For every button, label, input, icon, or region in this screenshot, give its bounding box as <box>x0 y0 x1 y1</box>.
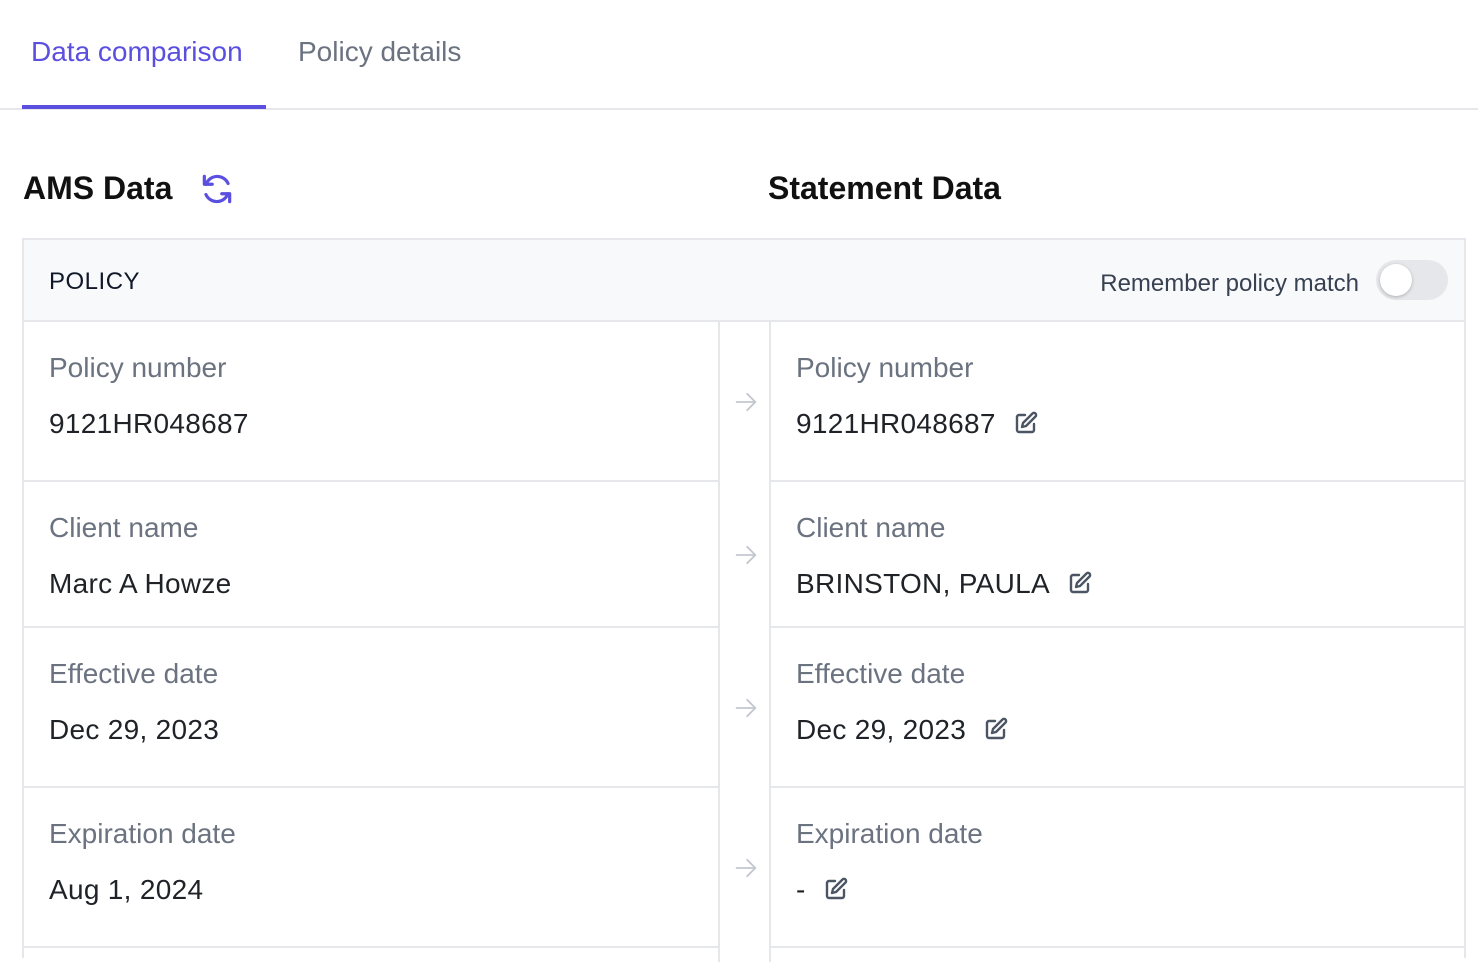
statement-client-name-value: BRINSTON, PAULA <box>796 568 1050 599</box>
ams-row-effective-date: Effective date Dec 29, 2023 <box>24 628 718 788</box>
edit-icon[interactable] <box>1068 571 1092 595</box>
tab-data-comparison[interactable]: Data comparison <box>31 36 243 68</box>
toggle-knob <box>1380 264 1412 296</box>
ams-expiration-date-value: Aug 1, 2024 <box>49 874 204 905</box>
field-label: Policy number <box>49 352 227 383</box>
arrow-right-icon <box>732 694 760 722</box>
statement-row-expiration-date: Expiration date - <box>771 788 1466 948</box>
field-label: Expiration date <box>49 818 236 849</box>
edit-icon[interactable] <box>824 877 848 901</box>
field-label: Client name <box>796 512 946 543</box>
statement-expiration-date-value: - <box>796 874 806 905</box>
statement-row-policy-number: Policy number 9121HR048687 <box>771 322 1466 482</box>
refresh-icon[interactable] <box>198 170 236 208</box>
remember-policy-match-label: Remember policy match <box>1100 270 1359 297</box>
statement-row-client-name: Client name BRINSTON, PAULA <box>771 482 1466 628</box>
ams-column: Policy number 9121HR048687 Client name M… <box>24 322 720 962</box>
statement-data-title: Statement Data <box>768 170 1001 206</box>
active-tab-indicator <box>22 105 266 109</box>
field-label: Policy number <box>796 352 974 383</box>
field-label: Effective date <box>49 658 219 689</box>
tab-bar: Data comparison Policy details <box>0 0 1478 110</box>
statement-effective-date-value: Dec 29, 2023 <box>796 714 967 745</box>
ams-row-client-name: Client name Marc A Howze <box>24 482 718 628</box>
arrow-right-icon <box>732 541 760 569</box>
field-label: Effective date <box>796 658 966 689</box>
edit-icon[interactable] <box>984 717 1008 741</box>
statement-column: Policy number 9121HR048687 Client name B… <box>769 322 1466 962</box>
policy-card-header: POLICY Remember policy match <box>24 240 1464 322</box>
field-label: Expiration date <box>796 818 983 849</box>
field-label: Client name <box>49 512 199 543</box>
ams-row-expiration-date: Expiration date Aug 1, 2024 <box>24 788 718 948</box>
ams-row-policy-number: Policy number 9121HR048687 <box>24 322 718 482</box>
edit-icon[interactable] <box>1014 411 1038 435</box>
policy-section-label: POLICY <box>49 268 141 295</box>
ams-policy-number-value: 9121HR048687 <box>49 408 249 439</box>
statement-policy-number-value: 9121HR048687 <box>796 408 996 439</box>
policy-comparison-card: POLICY Remember policy match Policy numb… <box>22 238 1466 962</box>
tab-policy-details[interactable]: Policy details <box>298 36 461 68</box>
remember-policy-match-toggle[interactable] <box>1376 260 1448 300</box>
ams-data-title: AMS Data <box>23 170 173 206</box>
statement-row-effective-date: Effective date Dec 29, 2023 <box>771 628 1466 788</box>
arrow-right-icon <box>732 854 760 882</box>
ams-effective-date-value: Dec 29, 2023 <box>49 714 220 745</box>
arrow-right-icon <box>732 388 760 416</box>
ams-client-name-value: Marc A Howze <box>49 568 232 599</box>
